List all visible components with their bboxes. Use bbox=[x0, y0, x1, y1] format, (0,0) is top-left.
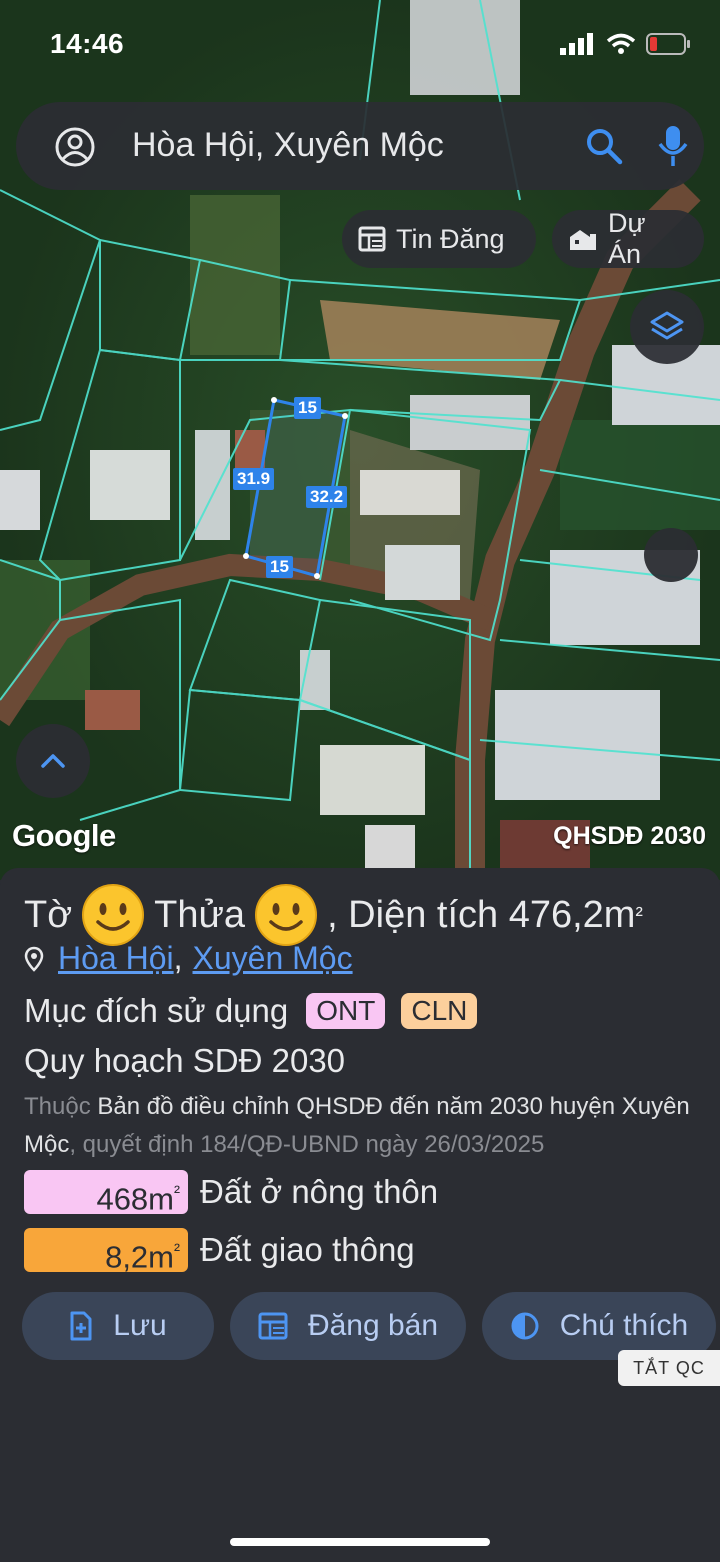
sheet-label: Tờ bbox=[24, 893, 73, 936]
status-bar: 14:46 bbox=[0, 28, 720, 62]
expand-up-button[interactable] bbox=[16, 724, 90, 798]
signal-icon bbox=[560, 33, 593, 55]
projects-chip[interactable]: Dự Án bbox=[552, 208, 704, 269]
plan-decision: , quyết định 184/QĐ-UBND ngày 26/03/2025 bbox=[69, 1131, 545, 1158]
app-screen: 15 31.9 32.2 15 14:46 Hòa Hội, Xuyên Mộc… bbox=[0, 0, 720, 1562]
area-unit-sup: ² bbox=[635, 902, 643, 927]
battery-icon bbox=[646, 33, 690, 55]
purpose-badge-cln: CLN bbox=[401, 993, 478, 1029]
plan-desc-prefix: Thuộc bbox=[24, 1093, 91, 1120]
google-attribution: Google bbox=[12, 818, 116, 853]
commune-link[interactable]: Hòa Hội bbox=[58, 940, 174, 977]
listings-chip-label: Tin Đăng bbox=[396, 223, 505, 254]
dimension-label-top: 15 bbox=[294, 397, 321, 419]
parcel-title: Tờ Thửa , Diện tích 476,2m ² bbox=[24, 882, 643, 948]
account-icon[interactable] bbox=[54, 126, 96, 168]
plan-layer-tag: QHSDĐ 2030 bbox=[553, 822, 706, 850]
file-add-icon bbox=[70, 1311, 92, 1341]
search-bar[interactable]: Hòa Hội, Xuyên Mộc bbox=[16, 102, 704, 190]
area-land-type: Đất ở nông thôn bbox=[200, 1173, 439, 1210]
newspaper-icon bbox=[258, 1312, 288, 1340]
newspaper-icon bbox=[358, 226, 386, 252]
area-breakdown-row: 468m² Đất ở nông thôn bbox=[24, 1170, 439, 1216]
projects-chip-label: Dự Án bbox=[607, 208, 646, 269]
purpose-badge-ont: ONT bbox=[306, 993, 386, 1029]
land-use-purpose: Mục đích sử dụng ONT CLN bbox=[24, 992, 478, 1030]
post-for-sale-button[interactable]: Đăng bán bbox=[230, 1292, 466, 1360]
parcel-info-panel: Tờ Thửa , Diện tích 476,2m ² Hòa Hội, Xuy bbox=[0, 868, 720, 1562]
area-land-type: Đất giao thông bbox=[200, 1231, 415, 1268]
wifi-icon bbox=[606, 33, 636, 54]
dimension-label-bottom: 15 bbox=[266, 556, 293, 578]
buildings-icon bbox=[570, 230, 596, 250]
map-side-handle[interactable] bbox=[644, 528, 698, 582]
search-icon[interactable] bbox=[584, 126, 624, 166]
dimension-label-right: 32.2 bbox=[306, 486, 348, 508]
microphone-icon[interactable] bbox=[656, 124, 690, 168]
plan-description: Thuộc Bản đồ điều chỉnh QHSDĐ đến năm 20… bbox=[24, 1088, 704, 1164]
status-icons bbox=[560, 32, 692, 56]
area-text: , Diện tích 476,2m bbox=[327, 893, 636, 936]
plot-label: Thửa bbox=[154, 893, 246, 936]
map-view[interactable]: 15 31.9 32.2 15 14:46 Hòa Hội, Xuyên Mộc… bbox=[0, 0, 720, 880]
home-indicator[interactable] bbox=[230, 1538, 490, 1546]
district-link[interactable]: Xuyên Mộc bbox=[193, 940, 353, 977]
listings-chip[interactable]: Tin Đăng bbox=[342, 210, 536, 268]
area-value: 8,2m² bbox=[24, 1228, 188, 1274]
post-button-label: Đăng bán bbox=[307, 1309, 439, 1342]
location-pin-icon bbox=[24, 946, 44, 972]
smiley-redaction-icon bbox=[82, 884, 145, 946]
layers-button[interactable] bbox=[630, 290, 704, 364]
plan-title: Quy hoạch SDĐ 2030 bbox=[24, 1042, 346, 1079]
save-button[interactable]: Lưu bbox=[22, 1292, 214, 1360]
save-button-label: Lưu bbox=[113, 1309, 167, 1342]
smiley-redaction-icon bbox=[255, 884, 318, 946]
location-line: Hòa Hội, Xuyên Mộc bbox=[24, 940, 353, 977]
contrast-icon bbox=[511, 1312, 539, 1340]
chevron-up-icon bbox=[41, 754, 65, 768]
layers-icon bbox=[650, 311, 684, 340]
status-time: 14:46 bbox=[50, 28, 125, 59]
purpose-label: Mục đích sử dụng bbox=[24, 992, 289, 1029]
location-separator: , bbox=[173, 940, 183, 976]
area-value: 468m² bbox=[24, 1170, 188, 1216]
legend-button-label: Chú thích bbox=[559, 1309, 689, 1342]
area-breakdown-row: 8,2m² Đất giao thông bbox=[24, 1228, 415, 1274]
dimension-label-left: 31.9 bbox=[233, 468, 275, 490]
search-query[interactable]: Hòa Hội, Xuyên Mộc bbox=[132, 126, 444, 165]
turn-off-ads-button[interactable]: TẮT QC bbox=[618, 1350, 720, 1386]
